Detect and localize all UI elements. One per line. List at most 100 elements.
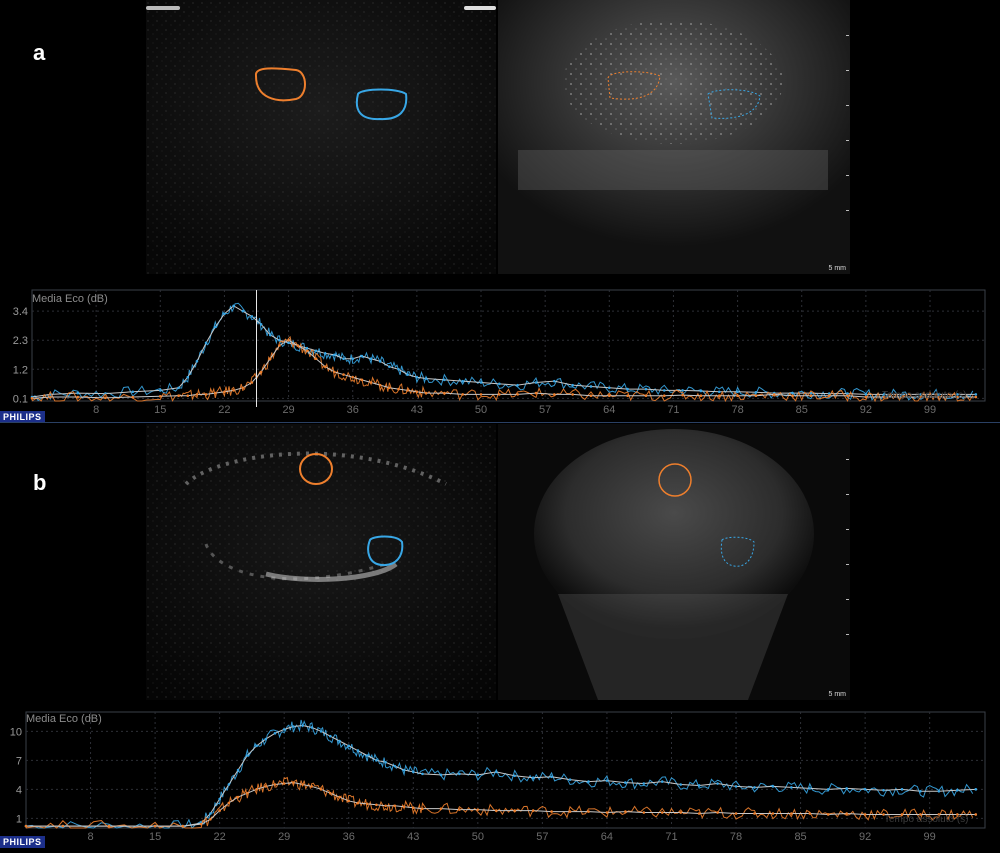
bmode-ultrasound-b-svg xyxy=(498,424,850,700)
chart-b-point-orange-10 xyxy=(246,791,249,795)
chart-a-point-orange-29 xyxy=(388,386,391,390)
chart-a-xtick-8: 64 xyxy=(603,404,615,416)
chart-b-point-orange-18 xyxy=(319,788,323,791)
chart-a-point-orange-33 xyxy=(424,391,428,395)
chart-b-point-orange-35 xyxy=(531,809,535,812)
chart-b-xtick-4: 36 xyxy=(343,831,355,843)
chart-a-point-blue-41 xyxy=(571,383,574,387)
chart-a-point-orange-39 xyxy=(534,391,538,395)
chart-b-point-orange-41 xyxy=(642,811,646,814)
chart-b-point-blue-57 xyxy=(937,789,941,793)
chart-a-point-orange-35 xyxy=(461,393,464,396)
chart-b-point-blue-36 xyxy=(550,775,553,779)
chart-a-point-orange-26 xyxy=(360,378,364,382)
chart-b-point-orange-24 xyxy=(375,803,378,807)
chart-a-point-blue-22 xyxy=(323,352,327,355)
chart-a-point-orange-5 xyxy=(158,394,162,398)
chart-a-point-orange-63 xyxy=(974,395,978,399)
chart-a-point-blue-36 xyxy=(479,381,483,384)
chart-a-point-orange-47 xyxy=(681,393,684,397)
chart-a-point-blue-30 xyxy=(397,367,400,371)
chart-a-xtick-2: 22 xyxy=(218,404,230,416)
chart-a-point-blue-40 xyxy=(553,379,556,383)
bmode-ultrasound-a-svg xyxy=(498,0,850,274)
chart-a-xtick-1: 15 xyxy=(154,404,166,416)
chart-a-point-orange-10 xyxy=(213,391,217,395)
chart-a-point-orange-44 xyxy=(626,394,629,398)
chart-b-point-orange-28 xyxy=(411,806,415,809)
chart-b-point-orange-42 xyxy=(660,811,664,814)
chart-b-point-blue-59 xyxy=(974,788,978,791)
tic-chart-b-svg: 8 15 22 29 36 43 50 57 64 71 78 85 92 99 1 4 7 10 xyxy=(10,711,986,843)
chart-b-point-blue-17 xyxy=(310,726,314,729)
scale-label-a: 5 mm xyxy=(828,265,847,272)
chart-b-point-blue-51 xyxy=(826,788,830,791)
chart-a-point-orange-50 xyxy=(736,394,739,398)
chart-b-point-orange-2 xyxy=(107,824,111,828)
tic-chart-b: 8 15 22 29 36 43 50 57 64 71 78 85 92 99 1 4 7 10 Media E… xyxy=(0,704,1000,848)
chart-b-xtick-9: 71 xyxy=(665,831,677,843)
chart-b-point-orange-20 xyxy=(338,795,341,799)
chart-b-ytick-3: 10 xyxy=(10,726,22,738)
chart-b-point-orange-34 xyxy=(513,809,517,812)
tic-chart-a: 8 15 22 29 36 43 50 57 64 71 78 85 92 99 0.1 1.2 2.3 3.4 … xyxy=(0,286,1000,423)
chart-b-point-blue-44 xyxy=(697,784,701,787)
chart-a-xtick-11: 85 xyxy=(796,404,808,416)
chart-a-xtick-7: 57 xyxy=(539,404,551,416)
chart-b-point-blue-22 xyxy=(356,749,360,752)
chart-b-point-blue-27 xyxy=(402,768,406,772)
chart-b-point-blue-30 xyxy=(439,773,443,777)
chart-a-xtick-0: 8 xyxy=(93,404,99,416)
chart-b-point-blue-14 xyxy=(282,728,286,731)
chart-a-point-blue-25 xyxy=(351,357,355,361)
chart-b-point-blue-24 xyxy=(375,759,378,762)
chart-a-point-blue-63 xyxy=(974,393,978,396)
chart-b-xtick-2: 22 xyxy=(214,831,226,843)
contrast-ultrasound-image-b xyxy=(146,424,496,700)
chart-a-point-orange-49 xyxy=(717,394,721,398)
chart-b-xtick-6: 50 xyxy=(472,831,484,843)
chart-a-point-orange-37 xyxy=(498,393,501,396)
chart-b-point-blue-10 xyxy=(246,754,249,757)
scale-label-b: 5 mm xyxy=(828,691,847,698)
chart-a-xtick-6: 50 xyxy=(475,404,487,416)
chart-a-point-blue-37 xyxy=(498,382,501,386)
chart-a-xtick-3: 29 xyxy=(282,404,294,416)
chart-b-point-orange-48 xyxy=(771,812,775,815)
chart-a-point-orange-40 xyxy=(553,393,556,396)
chart-a-point-orange-7 xyxy=(186,394,190,398)
chart-a-ytick-1: 1.2 xyxy=(13,364,28,376)
chart-b-point-blue-28 xyxy=(411,770,415,774)
chart-b-point-blue-50 xyxy=(808,787,812,790)
chart-a-point-orange-28 xyxy=(378,383,382,387)
chart-b-point-orange-45 xyxy=(716,811,719,814)
chart-a-point-blue-26 xyxy=(360,354,364,358)
chart-b-point-blue-16 xyxy=(301,724,304,727)
chart-b-point-blue-40 xyxy=(624,781,627,784)
chart-a-point-orange-19 xyxy=(296,344,300,347)
chart-b-point-orange-30 xyxy=(439,807,443,810)
chart-b-point-orange-47 xyxy=(753,812,756,815)
chart-b-point-blue-26 xyxy=(393,764,397,768)
chart-a-point-orange-23 xyxy=(333,370,336,374)
chart-a-point-blue-47 xyxy=(681,389,684,392)
contrast-ultrasound-image-a xyxy=(146,0,496,274)
chart-b-point-blue-35 xyxy=(531,776,535,780)
chart-b-point-blue-39 xyxy=(605,779,609,782)
chart-a-point-blue-4 xyxy=(131,390,135,394)
chart-a-point-orange-30 xyxy=(397,387,400,391)
chart-a-point-blue-24 xyxy=(342,357,345,361)
chart-a-ytick-2: 2.3 xyxy=(13,335,28,347)
chart-a-point-orange-12 xyxy=(232,389,235,392)
chart-a-point-orange-27 xyxy=(369,381,373,384)
chart-a-point-blue-23 xyxy=(333,353,336,357)
chart-b-xtick-1: 15 xyxy=(149,831,161,843)
chart-b-point-blue-38 xyxy=(587,780,590,783)
chart-a-point-blue-51 xyxy=(754,390,758,394)
chart-a-point-orange-45 xyxy=(644,394,648,398)
chart-b-point-blue-58 xyxy=(956,789,959,792)
chart-a-ylabel: Media Eco (dB) xyxy=(32,293,108,305)
chart-a-point-blue-8 xyxy=(195,360,199,363)
chart-b-point-orange-4 xyxy=(181,824,185,828)
chart-b-xtick-3: 29 xyxy=(278,831,290,843)
